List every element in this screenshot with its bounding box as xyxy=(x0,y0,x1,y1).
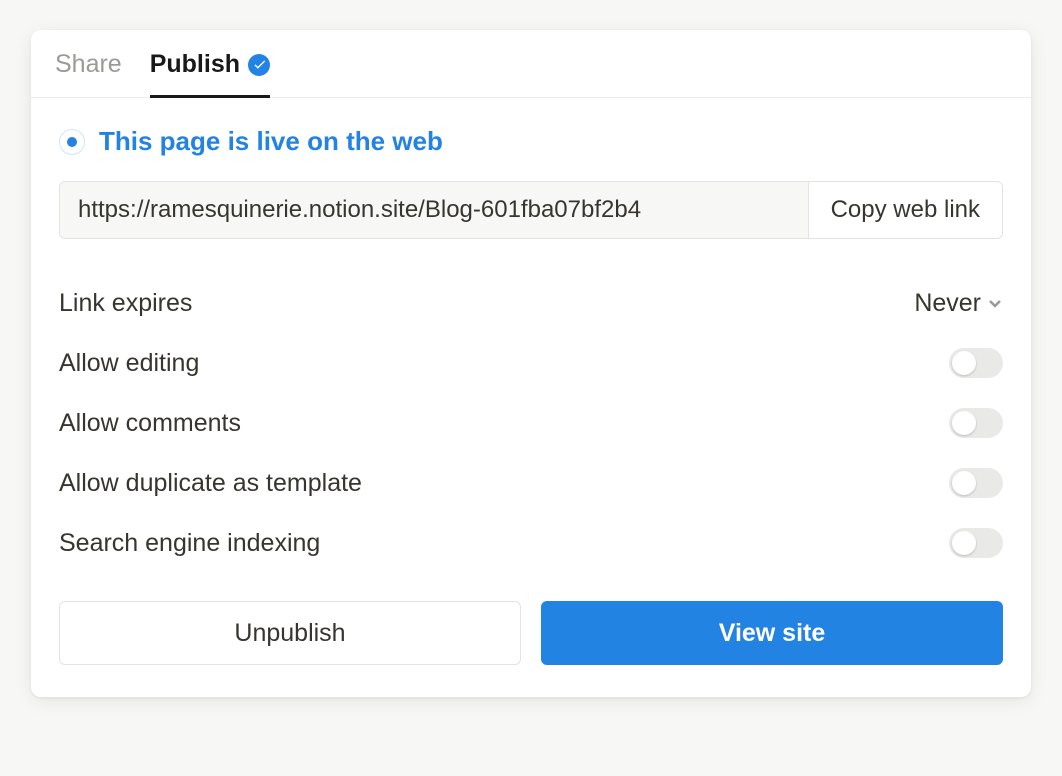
url-row: https://ramesquinerie.notion.site/Blog-6… xyxy=(59,181,1003,239)
tab-share-label: Share xyxy=(55,50,122,79)
live-indicator-icon xyxy=(59,129,85,155)
search-indexing-label: Search engine indexing xyxy=(59,529,320,558)
copy-web-link-button[interactable]: Copy web link xyxy=(808,182,1002,238)
tab-publish-label: Publish xyxy=(150,50,240,79)
tab-share[interactable]: Share xyxy=(55,30,122,98)
allow-duplicate-row: Allow duplicate as template xyxy=(59,453,1003,513)
allow-comments-toggle[interactable] xyxy=(949,408,1003,438)
publish-panel: Share Publish This page is live on the w… xyxy=(31,30,1031,697)
allow-duplicate-label: Allow duplicate as template xyxy=(59,469,362,498)
chevron-down-icon xyxy=(987,295,1003,311)
allow-comments-label: Allow comments xyxy=(59,409,241,438)
link-expires-dropdown[interactable]: Never xyxy=(914,289,1003,318)
allow-comments-row: Allow comments xyxy=(59,393,1003,453)
footer-buttons: Unpublish View site xyxy=(59,601,1003,665)
publish-content: This page is live on the web https://ram… xyxy=(31,98,1031,697)
search-indexing-row: Search engine indexing xyxy=(59,513,1003,573)
link-expires-label: Link expires xyxy=(59,289,192,318)
published-check-icon xyxy=(248,54,270,76)
link-expires-row: Link expires Never xyxy=(59,273,1003,333)
search-indexing-toggle[interactable] xyxy=(949,528,1003,558)
unpublish-button[interactable]: Unpublish xyxy=(59,601,521,665)
tab-publish[interactable]: Publish xyxy=(150,30,270,98)
published-url-field[interactable]: https://ramesquinerie.notion.site/Blog-6… xyxy=(60,182,808,238)
tabs-header: Share Publish xyxy=(31,30,1031,98)
allow-duplicate-toggle[interactable] xyxy=(949,468,1003,498)
allow-editing-row: Allow editing xyxy=(59,333,1003,393)
live-status-text: This page is live on the web xyxy=(99,126,443,157)
allow-editing-toggle[interactable] xyxy=(949,348,1003,378)
live-status-row: This page is live on the web xyxy=(59,126,1003,157)
link-expires-value: Never xyxy=(914,289,981,318)
view-site-button[interactable]: View site xyxy=(541,601,1003,665)
allow-editing-label: Allow editing xyxy=(59,349,199,378)
